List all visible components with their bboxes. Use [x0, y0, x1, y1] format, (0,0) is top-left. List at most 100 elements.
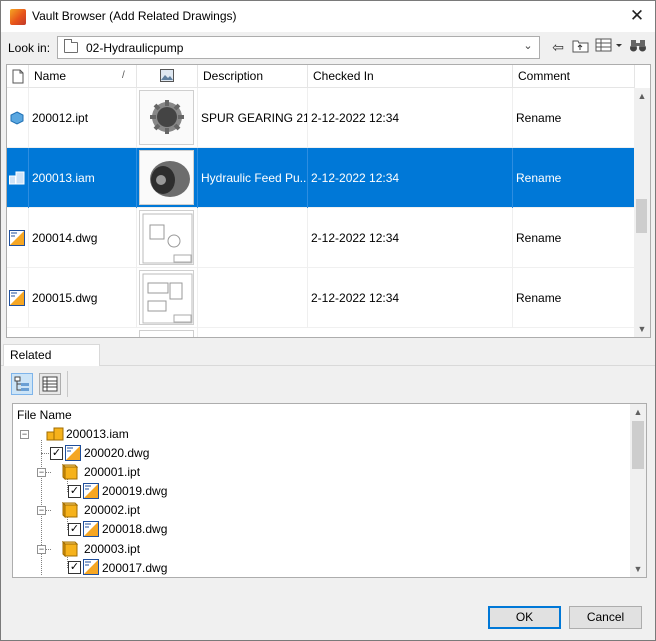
back-icon[interactable]: ⇦ — [549, 38, 567, 56]
close-icon[interactable]: ✕ — [625, 5, 649, 27]
view-menu-icon[interactable] — [595, 38, 623, 56]
collapse-toggle-icon[interactable]: − — [37, 468, 46, 477]
description-cell — [198, 268, 308, 328]
drawing-thumbnail-image — [139, 210, 194, 265]
collapse-toggle-icon[interactable]: − — [20, 430, 29, 439]
scroll-down-icon[interactable]: ▼ — [630, 561, 646, 577]
row-icon-cell — [7, 148, 29, 208]
include-checkbox[interactable]: ✓ — [68, 523, 81, 536]
scroll-up-icon[interactable]: ▲ — [634, 88, 650, 104]
tree-view-button[interactable] — [11, 373, 33, 395]
list-view-button[interactable] — [39, 373, 61, 395]
related-drawings-tree: File Name − 200013.iam ✓ 200020.dwg − 20… — [12, 403, 647, 578]
tree-node-drawing[interactable]: 200019.dwg — [102, 482, 167, 500]
drawing-icon — [83, 483, 99, 499]
column-name[interactable]: Name / — [29, 65, 137, 88]
row-icon-cell — [7, 208, 29, 268]
drawing-thumbnail-image — [139, 270, 194, 325]
file-name-cell: 200012.ipt — [29, 88, 137, 148]
drawing-icon — [9, 230, 25, 246]
related-drawings-panel: File Name − 200013.iam ✓ 200020.dwg − 20… — [2, 366, 654, 584]
chevron-down-icon[interactable]: ⌄ — [521, 39, 535, 55]
tab-bar: Related Drawings — [1, 344, 655, 383]
thumbnail-cell — [137, 208, 198, 268]
window-title: Vault Browser (Add Related Drawings) — [32, 9, 237, 23]
table-row[interactable]: 200015.dwg 2-12-2022 12:34 Rename — [7, 268, 635, 328]
scroll-up-icon[interactable]: ▲ — [630, 404, 646, 420]
tree-node-drawing[interactable]: 200017.dwg — [102, 559, 167, 577]
tree-node-drawing[interactable]: 200020.dwg — [84, 444, 149, 462]
scrollbar-thumb[interactable] — [636, 199, 647, 233]
column-description[interactable]: Description — [198, 65, 308, 88]
toolbar-separator — [67, 371, 68, 397]
include-checkbox[interactable]: ✓ — [50, 447, 63, 460]
checked-in-cell: 2-12-2022 12:34 — [308, 148, 513, 208]
thumbnail-cell — [137, 328, 198, 337]
description-cell — [198, 208, 308, 268]
up-folder-icon[interactable] — [571, 38, 589, 56]
look-in-value: 02-Hydraulicpump — [86, 41, 184, 55]
table-row[interactable]: 200012.ipt SPUR GEARING 21... 2-12-2022 … — [7, 88, 635, 148]
tree-node-drawing[interactable]: 200018.dwg — [102, 520, 167, 538]
table-row-selected[interactable]: 200013.iam Hydraulic Feed Pu... 2-12-202… — [7, 148, 635, 208]
part-icon — [62, 502, 78, 518]
description-cell: Hydraulic Feed Pu... — [198, 148, 308, 208]
thumbnail-cell — [137, 148, 198, 208]
drawing-icon — [83, 559, 99, 575]
file-name-cell: 200013.iam — [29, 148, 137, 208]
table-row-partial[interactable] — [7, 328, 635, 337]
tree-node-root[interactable]: 200013.iam — [66, 425, 129, 443]
checked-in-cell: 2-12-2022 12:34 — [308, 268, 513, 328]
thumbnail-cell — [137, 88, 198, 148]
drawing-icon — [83, 521, 99, 537]
description-cell: SPUR GEARING 21... — [198, 88, 308, 148]
folder-icon — [64, 39, 78, 53]
column-file-type[interactable] — [7, 65, 29, 88]
title-bar: Vault Browser (Add Related Drawings) ✕ — [1, 1, 655, 32]
grid-header: Name / Description Checked In Comment — [7, 65, 635, 88]
thumbnail-cell — [137, 268, 198, 328]
look-in-label: Look in: — [8, 41, 51, 55]
inventor-app-icon — [10, 9, 26, 25]
tree-view-icon — [14, 376, 29, 391]
comment-cell: Rename — [516, 171, 562, 185]
look-in-dropdown[interactable]: 02-Hydraulicpump ⌄ — [57, 36, 540, 59]
collapse-toggle-icon[interactable]: − — [37, 506, 46, 515]
comment-cell: Rename — [516, 111, 562, 125]
checked-in-cell: 2-12-2022 12:34 — [308, 88, 513, 148]
column-name-label: Name — [34, 69, 67, 83]
table-row[interactable]: 200014.dwg 2-12-2022 12:34 Rename — [7, 208, 635, 268]
column-checked-in[interactable]: Checked In — [308, 65, 513, 88]
include-checkbox[interactable]: ✓ — [68, 485, 81, 498]
tree-node-part[interactable]: 200001.ipt — [84, 463, 140, 481]
file-name-cell: 200014.dwg — [29, 208, 137, 268]
tree-node-part[interactable]: 200003.ipt — [84, 540, 140, 558]
row-icon-cell — [7, 268, 29, 328]
scroll-down-icon[interactable]: ▼ — [634, 321, 650, 337]
drawing-icon — [9, 290, 25, 306]
assembly-icon — [9, 171, 25, 185]
drawing-thumbnail-image — [139, 330, 194, 337]
find-binoculars-icon[interactable] — [628, 38, 648, 56]
vault-browser-dialog: Vault Browser (Add Related Drawings) ✕ L… — [0, 0, 656, 641]
assembly-icon — [46, 427, 64, 441]
scrollbar-thumb[interactable] — [632, 421, 644, 469]
tab-related-drawings[interactable]: Related Drawings — [3, 344, 100, 383]
grid-vertical-scrollbar[interactable]: ▲ ▼ — [634, 88, 650, 337]
collapse-toggle-icon[interactable]: − — [37, 545, 46, 554]
ok-button[interactable]: OK — [488, 606, 561, 629]
image-icon — [160, 69, 174, 82]
tree-vertical-scrollbar[interactable]: ▲ ▼ — [630, 404, 646, 577]
cancel-button[interactable]: Cancel — [569, 606, 642, 629]
column-thumbnail[interactable] — [137, 65, 198, 88]
part-icon — [10, 111, 24, 125]
column-comment[interactable]: Comment — [513, 65, 635, 88]
include-checkbox[interactable]: ✓ — [68, 561, 81, 574]
list-view-icon — [42, 376, 58, 392]
comment-cell: Rename — [516, 291, 562, 305]
file-name-header: File Name — [17, 408, 72, 422]
part-icon — [62, 464, 78, 480]
tree-node-part[interactable]: 200002.ipt — [84, 501, 140, 519]
comment-cell: Rename — [516, 231, 562, 245]
file-name-cell: 200015.dwg — [29, 268, 137, 328]
